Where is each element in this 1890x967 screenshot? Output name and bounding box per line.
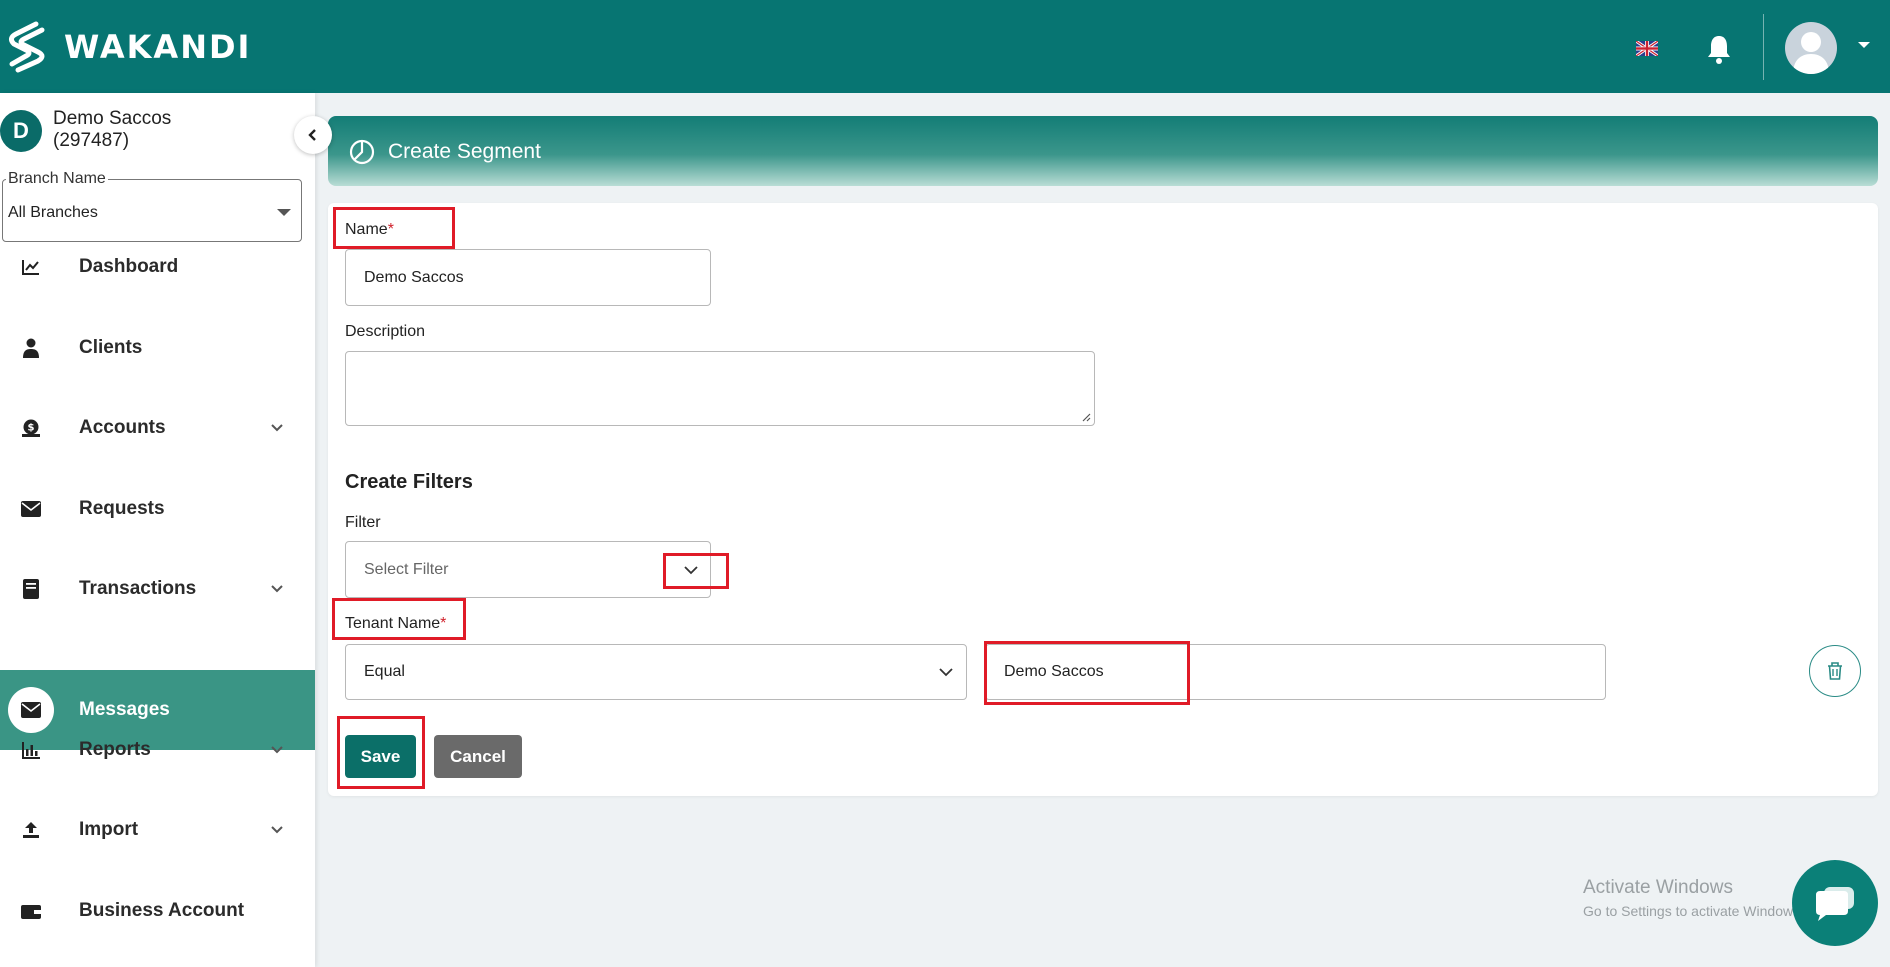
chat-icon xyxy=(1816,887,1854,921)
caret-down-icon xyxy=(277,209,291,216)
name-label-text: Name xyxy=(345,221,388,238)
description-textarea[interactable] xyxy=(345,351,1095,426)
org-name: Demo Saccos (297487) xyxy=(53,108,171,152)
filter-select[interactable]: Select Filter xyxy=(345,541,711,598)
sidebar-item-dashboard[interactable]: Dashboard xyxy=(0,227,315,307)
org-initial-badge: D xyxy=(0,110,42,152)
operator-value: Equal xyxy=(364,663,405,680)
envelope-icon xyxy=(8,486,54,532)
operator-select[interactable]: Equal xyxy=(345,644,967,700)
sidebar-item-label: Clients xyxy=(79,337,143,358)
sidebar-item-label: Business Account xyxy=(79,900,245,921)
sidebar-collapse-button[interactable] xyxy=(294,116,332,154)
create-filters-title: Create Filters xyxy=(345,471,473,493)
sidebar-item-label: Accounts xyxy=(79,417,166,438)
chevron-down-icon xyxy=(939,668,953,677)
sidebar: D Demo Saccos (297487) Branch Name All B… xyxy=(0,93,315,967)
sidebar-item-accounts[interactable]: $ Accounts xyxy=(0,388,315,468)
topbar-divider xyxy=(1763,14,1764,80)
person-icon xyxy=(8,325,54,371)
activate-windows-watermark: Activate Windows Go to Settings to activ… xyxy=(1583,877,1804,919)
chevron-down-icon xyxy=(271,424,283,432)
top-bar: WAKANDI xyxy=(0,0,1890,93)
chevron-left-icon xyxy=(308,129,316,141)
brand-name: WAKANDI xyxy=(64,28,252,66)
branch-label: Branch Name xyxy=(6,170,108,188)
uk-flag-icon[interactable] xyxy=(1636,41,1658,56)
cancel-button[interactable]: Cancel xyxy=(434,735,522,778)
branch-value: All Branches xyxy=(8,204,98,221)
filter-label: Filter xyxy=(345,514,381,531)
segment-form: Name* Demo Saccos Description Create Fil… xyxy=(328,203,1878,796)
save-button[interactable]: Save xyxy=(345,735,416,778)
watermark-line-1: Activate Windows xyxy=(1583,877,1733,898)
wallet-icon xyxy=(8,888,54,934)
page-title: Create Segment xyxy=(388,140,541,163)
sidebar-item-label: Requests xyxy=(79,498,165,519)
org-code: (297487) xyxy=(53,130,130,151)
sidebar-item-reports[interactable]: Reports xyxy=(0,710,315,790)
sidebar-item-clients[interactable]: Clients xyxy=(0,308,315,388)
delete-filter-button[interactable] xyxy=(1809,645,1861,697)
name-input-value: Demo Saccos xyxy=(364,268,464,286)
bell-icon[interactable] xyxy=(1704,33,1734,65)
required-mark: * xyxy=(387,221,394,238)
organization-info: D Demo Saccos (297487) xyxy=(0,108,171,152)
chevron-down-icon[interactable] xyxy=(683,562,699,578)
book-icon xyxy=(8,566,54,612)
trash-icon xyxy=(1828,662,1842,680)
watermark-line-2: Go to Settings to activate Windows. xyxy=(1583,903,1804,919)
user-avatar-icon[interactable] xyxy=(1785,22,1837,74)
sidebar-item-requests[interactable]: Requests xyxy=(0,469,315,549)
sidebar-item-label: Dashboard xyxy=(79,256,179,277)
name-label: Name* xyxy=(345,221,394,239)
required-mark: * xyxy=(440,615,447,632)
name-input[interactable]: Demo Saccos xyxy=(345,249,711,306)
chevron-down-icon xyxy=(271,746,283,754)
tenant-name-label: Tenant Name* xyxy=(345,615,446,633)
sidebar-item-label: Transactions xyxy=(79,578,197,599)
page-header: Create Segment xyxy=(328,116,1878,186)
chat-button[interactable] xyxy=(1792,860,1878,946)
chevron-down-icon[interactable] xyxy=(1858,42,1870,48)
resize-handle-icon[interactable] xyxy=(1081,412,1091,422)
description-label: Description xyxy=(345,323,426,340)
sidebar-item-transactions[interactable]: Transactions xyxy=(0,549,315,629)
svg-text:$: $ xyxy=(28,423,35,434)
money-bag-icon: $ xyxy=(8,405,54,451)
pie-chart-icon xyxy=(349,139,375,165)
bar-chart-icon xyxy=(8,727,54,773)
sidebar-item-label: Reports xyxy=(79,739,151,760)
org-name-text: Demo Saccos xyxy=(53,108,172,129)
sidebar-item-label: Import xyxy=(79,819,139,840)
filter-placeholder: Select Filter xyxy=(364,560,449,578)
avatar-silhouette xyxy=(1793,32,1829,74)
tenant-name-value: Demo Saccos xyxy=(1004,663,1104,680)
upload-icon xyxy=(8,807,54,853)
wakandi-logo-icon xyxy=(8,21,45,73)
chevron-down-icon xyxy=(271,826,283,834)
chevron-down-icon xyxy=(271,585,283,593)
sidebar-item-import[interactable]: Import xyxy=(0,790,315,870)
sidebar-item-business-account[interactable]: Business Account xyxy=(0,871,315,951)
tenant-label-text: Tenant Name xyxy=(345,615,441,632)
chart-line-icon xyxy=(8,244,54,290)
brand-logo[interactable]: WAKANDI xyxy=(6,20,251,74)
tenant-name-input[interactable]: Demo Saccos xyxy=(985,644,1606,700)
